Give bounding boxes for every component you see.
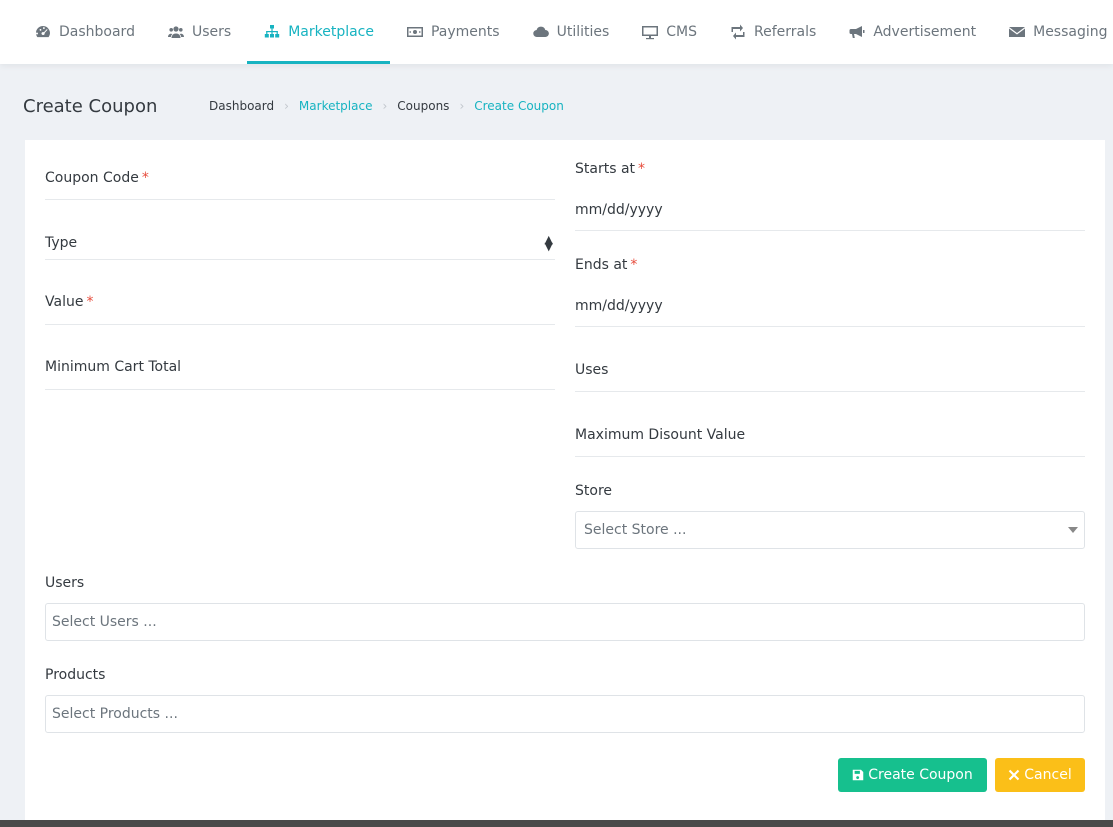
value-label: Value: [45, 294, 84, 310]
nav-label: Messaging: [1033, 24, 1108, 40]
starts-at-date-input[interactable]: mm/dd/yyyy: [575, 190, 1085, 231]
page-title: Create Coupon: [23, 96, 158, 117]
nav-label: Users: [191, 24, 232, 40]
top-navigation: Dashboard Users Marketplace Payments Uti…: [0, 0, 1113, 64]
store-placeholder: Select Store ...: [584, 522, 687, 538]
cancel-button[interactable]: Cancel: [995, 758, 1085, 792]
nav-item-referrals[interactable]: Referrals: [713, 0, 832, 64]
nav-item-utilities[interactable]: Utilities: [516, 0, 626, 64]
chevron-right-icon: ›: [382, 99, 388, 113]
required-marker: *: [630, 257, 638, 273]
monitor-icon: [641, 24, 659, 40]
products-placeholder: Select Products ...: [52, 706, 178, 722]
ends-at-label: Ends at: [575, 257, 628, 273]
save-icon: [852, 769, 864, 781]
nav-label: Utilities: [556, 24, 610, 40]
required-marker: *: [86, 294, 94, 310]
breadcrumb-coupons[interactable]: Coupons: [397, 99, 449, 113]
ends-at-value: mm/dd/yyyy: [575, 298, 663, 314]
nav-item-messaging[interactable]: Messaging: [992, 0, 1113, 64]
users-placeholder: Select Users ...: [52, 614, 157, 630]
store-label: Store: [575, 483, 613, 499]
breadcrumb-create-coupon: Create Coupon: [474, 99, 564, 113]
nav-label: Marketplace: [288, 24, 374, 40]
chevron-right-icon: ›: [459, 99, 465, 113]
starts-at-label: Starts at: [575, 161, 636, 177]
type-select[interactable]: Type ▲ ▼: [45, 222, 555, 260]
products-multiselect[interactable]: Select Products ...: [45, 695, 1085, 733]
nav-item-marketplace[interactable]: Marketplace: [247, 0, 390, 64]
nav-item-advertisement[interactable]: Advertisement: [832, 0, 992, 64]
caret-down-icon: [1068, 527, 1078, 533]
store-select[interactable]: Select Store ...: [575, 511, 1085, 549]
users-multiselect[interactable]: Select Users ...: [45, 603, 1085, 641]
max-discount-label: Maximum Disount Value: [575, 427, 746, 443]
sitemap-icon: [263, 24, 281, 40]
nav-item-cms[interactable]: CMS: [625, 0, 713, 64]
breadcrumb-marketplace[interactable]: Marketplace: [299, 99, 373, 113]
chevron-right-icon: ›: [284, 99, 289, 113]
nav-item-payments[interactable]: Payments: [390, 0, 516, 64]
bullhorn-icon: [848, 24, 866, 40]
min-cart-total-label: Minimum Cart Total: [45, 359, 182, 375]
create-coupon-button[interactable]: Create Coupon: [838, 758, 987, 792]
products-label: Products: [45, 667, 106, 683]
close-icon: [1009, 769, 1020, 781]
min-cart-total-field[interactable]: Minimum Cart Total: [45, 345, 555, 390]
retweet-icon: [729, 24, 747, 40]
starts-at-value: mm/dd/yyyy: [575, 202, 663, 218]
breadcrumb: Dashboard › Marketplace › Coupons › Crea…: [209, 99, 564, 113]
envelope-icon: [1008, 24, 1026, 40]
uses-field[interactable]: Uses: [575, 347, 1085, 392]
ends-at-date-input[interactable]: mm/dd/yyyy: [575, 286, 1085, 327]
cancel-label: Cancel: [1024, 767, 1072, 783]
users-icon: [167, 24, 185, 40]
required-marker: *: [141, 170, 149, 186]
window-bottom-edge: [0, 820, 1113, 827]
nav-item-dashboard[interactable]: Dashboard: [18, 0, 151, 64]
nav-label: CMS: [666, 24, 698, 40]
nav-label: Dashboard: [59, 24, 135, 40]
breadcrumb-dashboard[interactable]: Dashboard: [209, 99, 274, 113]
coupon-code-label: Coupon Code: [45, 170, 139, 186]
nav-label: Payments: [430, 24, 500, 40]
max-discount-field[interactable]: Maximum Disount Value: [575, 412, 1085, 457]
coupon-form-card: Coupon Code * Type ▲ ▼ Value * Minimum Cart…: [25, 140, 1105, 827]
nav-item-users[interactable]: Users: [151, 0, 247, 64]
required-marker: *: [638, 161, 646, 177]
select-arrows-icon: ▲ ▼: [544, 233, 553, 253]
type-label: Type: [45, 235, 78, 251]
value-field[interactable]: Value *: [45, 280, 555, 325]
uses-label: Uses: [575, 362, 609, 378]
cloud-icon: [532, 24, 550, 40]
coupon-code-field[interactable]: Coupon Code *: [45, 160, 555, 200]
nav-label: Advertisement: [873, 24, 977, 40]
dashboard-icon: [34, 24, 52, 40]
money-icon: [406, 24, 424, 40]
users-label: Users: [45, 575, 85, 591]
nav-label: Referrals: [754, 24, 817, 40]
create-coupon-label: Create Coupon: [868, 767, 973, 783]
